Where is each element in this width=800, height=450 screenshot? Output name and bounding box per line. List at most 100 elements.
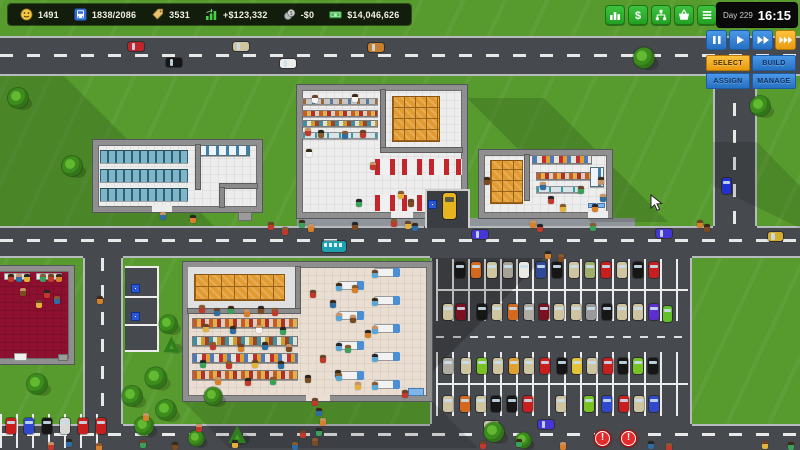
person-sprite [300, 430, 306, 438]
play-button[interactable] [729, 30, 750, 50]
parked-car-sprite [633, 358, 643, 374]
dumpster[interactable] [238, 212, 252, 221]
person-sprite [299, 220, 305, 228]
person-sprite [352, 222, 358, 230]
person-sprite [270, 377, 276, 385]
pause-button[interactable] [706, 30, 727, 50]
car-sprite [233, 42, 249, 51]
game-viewport[interactable]: !! 14911838/20863531+$123,332$-$0$14,046… [0, 0, 800, 450]
person-sprite [788, 442, 794, 450]
road-centerline [0, 239, 800, 242]
road-centerline [101, 258, 104, 428]
pause-icon [710, 35, 724, 45]
appliance-units[interactable] [198, 145, 250, 156]
fastest-forward-icon [779, 35, 793, 45]
person-sprite [548, 196, 554, 204]
person-sprite [762, 441, 768, 449]
person-sprite [336, 343, 342, 351]
person-sprite [545, 251, 551, 259]
person-sprite [516, 439, 522, 447]
road-centerline [0, 54, 800, 57]
parked-car-sprite [618, 358, 628, 374]
product-shelf[interactable] [532, 155, 592, 164]
person-sprite [203, 324, 209, 332]
menu-icon [701, 9, 713, 21]
person-sprite [312, 438, 318, 446]
appliance-store-building[interactable] [93, 140, 262, 212]
mode-buttons: SELECTBUILDASSIGNMANAGE [706, 55, 799, 89]
person-sprite [245, 378, 251, 386]
store-entrance[interactable] [152, 205, 172, 212]
person-sprite [44, 290, 50, 298]
restaurant-booths[interactable] [375, 159, 462, 175]
parked-car-sprite [633, 262, 643, 278]
food-shelf[interactable] [302, 120, 378, 127]
person-sprite [256, 325, 262, 333]
person-sprite [666, 443, 672, 450]
person-sprite [292, 442, 298, 450]
person-sprite [408, 199, 414, 207]
person-sprite [398, 191, 404, 199]
person-sprite [320, 418, 326, 426]
road-middle [0, 226, 800, 258]
pallet-stack[interactable] [392, 96, 440, 142]
appliance-shelf[interactable] [100, 188, 188, 201]
parked-car-sprite [585, 262, 595, 278]
aisle-shelf[interactable] [192, 336, 298, 346]
person-sprite [558, 254, 564, 262]
expense-icon: $ [283, 8, 296, 21]
menu-button[interactable] [697, 5, 717, 25]
person-sprite [215, 377, 221, 385]
parked-car-sprite [540, 358, 550, 374]
person-sprite [352, 285, 358, 293]
fast-forward-icon [756, 35, 770, 45]
fast-forward-button[interactable] [752, 30, 773, 50]
person-sprite [97, 296, 103, 304]
finances-button[interactable]: $ [628, 5, 648, 25]
appliance-shelf[interactable] [100, 150, 188, 163]
build-mode-button[interactable]: BUILD [752, 55, 796, 71]
stats-button[interactable] [605, 5, 625, 25]
fastest-forward-button[interactable] [775, 30, 796, 50]
select-mode-button[interactable]: SELECT [706, 55, 750, 71]
person-sprite [96, 443, 102, 450]
person-sprite [560, 442, 566, 450]
pallet-stack[interactable] [194, 274, 285, 301]
person-sprite [697, 220, 703, 228]
person-sprite [402, 390, 408, 398]
warning-alert-icon[interactable]: ! [621, 431, 636, 446]
person-sprite [372, 298, 378, 306]
food-shelf[interactable] [302, 110, 378, 117]
assign-mode-button[interactable]: ASSIGN [706, 73, 750, 89]
cart-dock[interactable] [408, 388, 424, 396]
parked-car-sprite [648, 358, 658, 374]
tree [122, 386, 146, 410]
restaurant-entrance[interactable] [391, 211, 413, 218]
person-sprite [600, 194, 606, 202]
bar-chart-icon [609, 9, 621, 21]
serving-counter[interactable] [302, 132, 378, 139]
person-sprite [258, 306, 264, 314]
staff-button[interactable] [651, 5, 671, 25]
car-sprite [368, 43, 384, 52]
map: !! [0, 0, 800, 450]
person-sprite [355, 382, 361, 390]
person-sprite [143, 413, 149, 421]
person-sprite [372, 382, 378, 390]
person-sprite [312, 398, 318, 406]
parking-lane-divider [436, 336, 688, 338]
person-sprite [40, 274, 46, 282]
shop-entrance[interactable] [588, 211, 608, 218]
product-shelf[interactable] [536, 172, 592, 180]
person-sprite [268, 222, 274, 230]
appliance-shelf[interactable] [100, 169, 188, 182]
pallet-stack[interactable] [490, 160, 523, 204]
vending-machine[interactable] [14, 353, 27, 361]
play-icon [733, 35, 747, 45]
person-sprite [356, 199, 362, 207]
manage-mode-button[interactable]: MANAGE [752, 73, 796, 89]
store-button[interactable] [674, 5, 694, 25]
supermarket-entrance[interactable] [306, 394, 330, 401]
warning-alert-icon[interactable]: ! [595, 431, 610, 446]
person-sprite [310, 290, 316, 298]
